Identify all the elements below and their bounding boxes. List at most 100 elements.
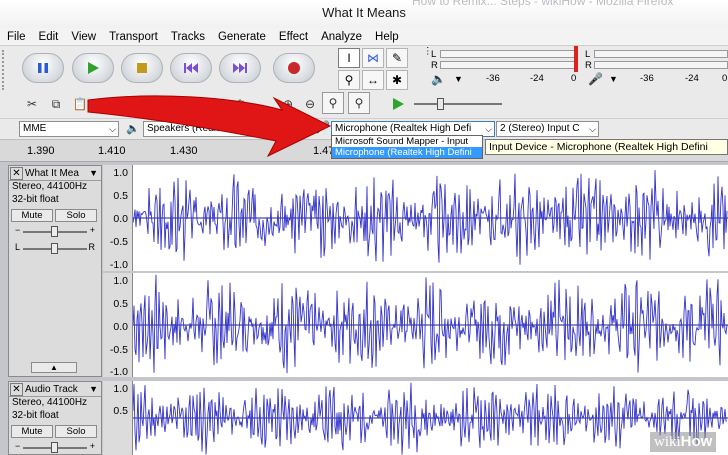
draw-tool[interactable]: ✎ xyxy=(386,48,408,68)
menu-analyze[interactable]: Analyze xyxy=(321,31,362,43)
close-track-button[interactable]: ✕ xyxy=(10,166,23,180)
play-speed-thumb[interactable] xyxy=(437,98,444,110)
minus-icon: − xyxy=(15,441,21,451)
pan-thumb[interactable] xyxy=(51,243,58,254)
playback-meter-right[interactable] xyxy=(440,61,575,69)
playback-meter-left[interactable] xyxy=(440,50,575,58)
selection-tool[interactable]: I xyxy=(338,48,360,68)
play-button[interactable] xyxy=(72,53,114,83)
menu-effect[interactable]: Effect xyxy=(279,31,308,43)
skip-to-start-button[interactable] xyxy=(170,53,212,83)
record-meter-right[interactable] xyxy=(594,61,728,69)
i-beam-icon: I xyxy=(347,51,351,65)
meter-left-label: L xyxy=(431,49,437,60)
skip-to-start-icon xyxy=(171,54,211,82)
meter-scale-tick: -36 xyxy=(640,73,654,84)
menu-transport[interactable]: Transport xyxy=(109,31,158,43)
gain-thumb[interactable] xyxy=(51,442,58,453)
scale-label: 0.5 xyxy=(113,298,128,310)
menu-file[interactable]: File xyxy=(7,31,26,43)
meter-right-label: R xyxy=(431,60,438,71)
menu-help[interactable]: Help xyxy=(375,31,399,43)
mute-button[interactable]: Mute xyxy=(11,209,53,222)
scale-label: 0.0 xyxy=(113,213,128,225)
collapse-track-button[interactable]: ▲ xyxy=(31,362,77,373)
multi-tool[interactable]: ✱ xyxy=(386,70,408,90)
play-icon xyxy=(393,98,404,110)
audio-host-select[interactable]: MME ⌵ xyxy=(19,121,119,137)
fit-project-button[interactable]: ⚲ xyxy=(348,92,370,114)
play-at-speed-button[interactable] xyxy=(388,94,408,114)
menu-generate[interactable]: Generate xyxy=(218,31,266,43)
cut-button[interactable]: ✂ xyxy=(22,94,42,114)
watermark-logo: wikiHow xyxy=(650,432,717,452)
chevron-down-icon[interactable]: ▼ xyxy=(89,168,98,178)
gain-slider[interactable]: − + xyxy=(15,225,95,239)
input-channels-select[interactable]: 2 (Stereo) Input C ⌵ xyxy=(496,121,599,137)
scale-label: -0.5 xyxy=(109,236,128,248)
pan-left-label: L xyxy=(15,242,21,252)
scale-label: 0.5 xyxy=(113,405,128,417)
track-format: Stereo, 44100Hz xyxy=(12,181,88,192)
record-meter-left[interactable] xyxy=(594,50,728,58)
menu-view[interactable]: View xyxy=(71,31,96,43)
envelope-tool[interactable]: ⋈ xyxy=(362,48,384,68)
record-button[interactable] xyxy=(273,53,315,83)
time-shift-tool[interactable]: ↔ xyxy=(362,70,384,90)
timer-button[interactable]: ⏱ xyxy=(230,94,250,114)
scissors-icon: ✂ xyxy=(26,97,38,111)
mute-button[interactable]: Mute xyxy=(11,425,53,438)
amplitude-scale: 1.0 0.5 0.0 -0.5 -1.0 xyxy=(103,165,133,271)
window-title: What It Means xyxy=(322,5,406,20)
close-track-button[interactable]: ✕ xyxy=(10,382,23,396)
meter-scale-tick: 0 xyxy=(571,73,577,84)
stopwatch-icon: ⏱ xyxy=(235,96,245,111)
zoom-tool[interactable]: ⚲ xyxy=(338,70,360,90)
fit-selection-button[interactable]: ⚲ xyxy=(322,92,344,114)
envelope-icon: ⋈ xyxy=(367,51,379,65)
play-speed-slider[interactable] xyxy=(414,103,502,105)
microphone-icon: 🎤 xyxy=(315,120,330,134)
track-control-panel: ✕ What It Mea ▼ Stereo, 44100Hz 32-bit f… xyxy=(8,165,102,377)
chevron-down-icon[interactable]: ▼ xyxy=(89,384,98,394)
menu-bar: File Edit View Transport Tracks Generate… xyxy=(0,28,728,45)
zoom-out-button[interactable]: ⊖ xyxy=(300,94,320,114)
ruler-tick: 1.390 xyxy=(27,145,55,157)
pause-button[interactable] xyxy=(22,53,64,83)
copy-icon: ⧉ xyxy=(51,96,61,111)
dropdown-option-selected[interactable]: Microphone (Realtek High Defini xyxy=(332,147,482,158)
plus-icon: + xyxy=(89,441,95,451)
meter-scale-tick: -36 xyxy=(486,73,500,84)
gain-thumb[interactable] xyxy=(51,226,58,237)
zoom-in-icon: ⊕ xyxy=(282,97,294,111)
toolbar-grip[interactable] xyxy=(2,50,6,90)
waveform-channel-left[interactable] xyxy=(132,165,728,271)
track-format: Stereo, 44100Hz xyxy=(12,397,88,408)
gain-slider[interactable]: − + xyxy=(15,441,95,455)
playback-meter-menu[interactable]: ▼ xyxy=(454,74,463,84)
solo-button[interactable]: Solo xyxy=(55,209,97,222)
title-bar: How to Remix... Steps - wikiHow - Mozill… xyxy=(0,0,728,28)
track-panel: ✕ What It Mea ▼ Stereo, 44100Hz 32-bit f… xyxy=(0,162,728,455)
stop-icon xyxy=(122,54,162,82)
menu-tracks[interactable]: Tracks xyxy=(171,31,205,43)
waveform-track-2[interactable] xyxy=(132,381,728,455)
plus-icon: + xyxy=(89,225,95,235)
paste-button[interactable]: 📋 xyxy=(70,94,90,114)
zoom-in-button[interactable]: ⊕ xyxy=(278,94,298,114)
pause-icon xyxy=(23,54,63,82)
track-name-button[interactable]: What It Mea xyxy=(25,168,79,179)
waveform-channel-right[interactable] xyxy=(132,273,728,377)
solo-button[interactable]: Solo xyxy=(55,425,97,438)
dropdown-option[interactable]: Microsoft Sound Mapper - Input xyxy=(332,136,482,147)
zoom-fit-selection-icon: ⚲ xyxy=(328,96,338,110)
record-meter-menu[interactable]: ▼ xyxy=(609,74,618,84)
output-device-select[interactable]: Speakers (Realtek High De xyxy=(143,121,283,137)
pan-slider[interactable]: L R xyxy=(15,242,95,256)
stop-button[interactable] xyxy=(121,53,163,83)
track-bitdepth: 32-bit float xyxy=(12,194,59,205)
menu-edit[interactable]: Edit xyxy=(39,31,59,43)
track-name-button[interactable]: Audio Track xyxy=(25,384,78,395)
copy-button[interactable]: ⧉ xyxy=(46,94,66,114)
skip-to-end-button[interactable] xyxy=(219,53,261,83)
